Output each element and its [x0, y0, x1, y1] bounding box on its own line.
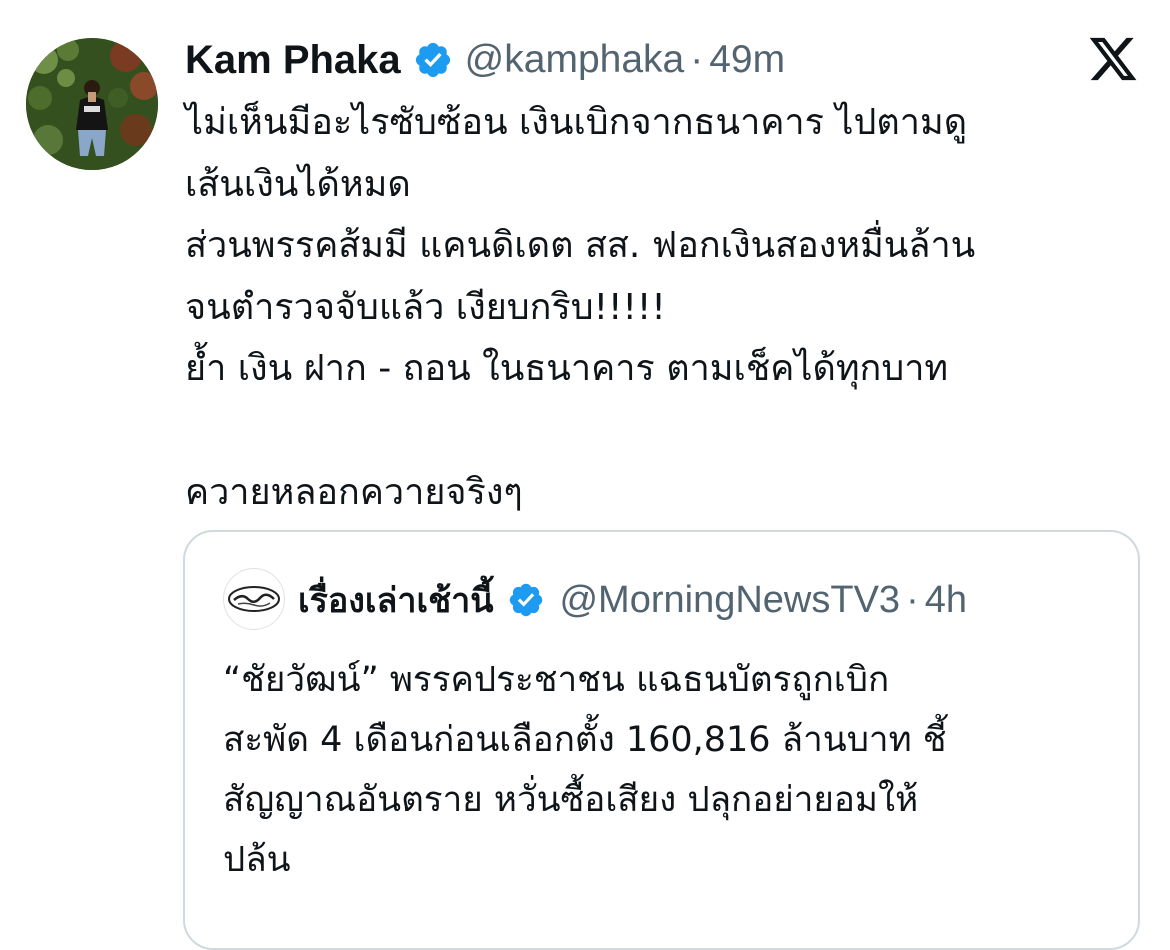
tweet-line: ไม่เห็นมีอะไรซับซ้อน เงินเบิกจากธนาคาร ไ… [185, 102, 968, 143]
tweet-line: เส้นเงินได้หมด [185, 163, 411, 205]
author-handle[interactable]: @kamphaka [465, 38, 685, 82]
quoted-header-separator: · [906, 578, 919, 621]
x-logo-icon [1087, 33, 1139, 85]
verified-badge-icon[interactable] [413, 40, 453, 80]
quoted-tweet-header: เรื่องเล่าเช้านี้ @MorningNewsTV3 · 4h [298, 572, 967, 628]
verified-badge-icon[interactable] [507, 581, 545, 619]
quoted-tweet-timestamp[interactable]: 4h [925, 579, 967, 622]
tweet-line: ย้ำ เงิน ฝาก - ถอน ในธนาคาร ตามเช็คได้ทุ… [185, 348, 949, 390]
quoted-tweet-line: สะพัด 4 เดือนก่อนเลือกตั้ง 160,816 ล้านบ… [223, 720, 947, 760]
tweet-line: ควายหลอกควายจริงๆ [185, 471, 523, 513]
quoted-tweet-line: ปล้น [223, 840, 291, 880]
author-avatar[interactable] [26, 38, 158, 170]
tweet-line: ส่วนพรรคส้มมี แคนดิเดต สส. ฟอกเงินสองหมื… [185, 225, 976, 267]
avatar-photo [26, 38, 158, 170]
quoted-tweet[interactable]: เรื่องเล่าเช้านี้ @MorningNewsTV3 · 4h “… [183, 530, 1140, 950]
tweet-card: Kam Phaka @kamphaka · 49m ไม่เห็นมีอะไรซ… [0, 0, 1170, 950]
tweet-body: ไม่เห็นมีอะไรซับซ้อน เงินเบิกจากธนาคาร ไ… [185, 92, 1145, 523]
tweet-timestamp[interactable]: 49m [709, 38, 785, 82]
quoted-author-handle[interactable]: @MorningNewsTV3 [559, 579, 900, 622]
author-display-name[interactable]: Kam Phaka [185, 38, 401, 83]
quoted-author-display-name[interactable]: เรื่องเล่าเช้านี้ [298, 573, 493, 627]
header-separator: · [690, 38, 704, 81]
tweet-header: Kam Phaka @kamphaka · 49m [185, 34, 785, 86]
quoted-tweet-body: “ชัยวัฒน์” พรรคประชาชน แฉธนบัตรถูกเบิก ส… [223, 650, 1123, 890]
quoted-tweet-line: “ชัยวัฒน์” พรรคประชาชน แฉธนบัตรถูกเบิก [223, 660, 890, 700]
tweet-line: จนตำรวจจับแล้ว เงียบกริบ!!!!! [185, 286, 666, 328]
quoted-tweet-line: สัญญาณอันตราย หวั่นซื้อเสียง ปลุกอย่ายอม… [223, 780, 919, 820]
morning-news-logo[interactable] [223, 568, 285, 630]
